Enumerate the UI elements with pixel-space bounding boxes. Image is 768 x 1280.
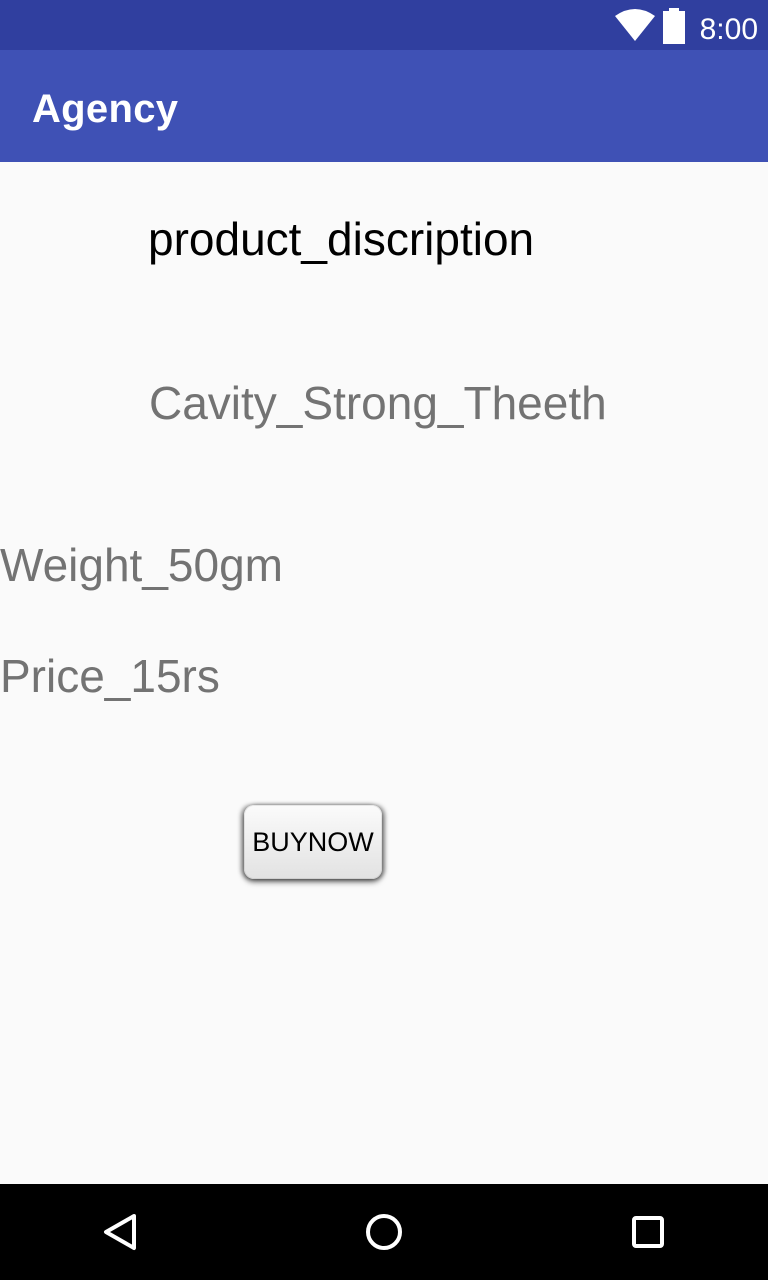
home-icon[interactable] bbox=[356, 1204, 412, 1260]
battery-icon bbox=[663, 8, 685, 44]
product-weight: Weight_50gm bbox=[0, 539, 283, 591]
recents-icon[interactable] bbox=[620, 1204, 676, 1260]
back-icon[interactable] bbox=[92, 1204, 148, 1260]
app-title: Agency bbox=[32, 87, 179, 131]
product-description-heading: product_discription bbox=[148, 213, 535, 265]
main-content: product_discription Cavity_Strong_Theeth… bbox=[0, 162, 768, 1184]
product-price: Price_15rs bbox=[0, 650, 220, 702]
buy-now-button[interactable]: BUYNOW bbox=[244, 805, 382, 879]
wifi-icon bbox=[615, 9, 655, 41]
navigation-bar bbox=[0, 1184, 768, 1280]
status-time: 8:00 bbox=[699, 13, 758, 46]
product-name: Cavity_Strong_Theeth bbox=[149, 377, 607, 429]
app-bar: Agency bbox=[0, 50, 768, 162]
status-bar: 8:00 bbox=[0, 0, 768, 50]
